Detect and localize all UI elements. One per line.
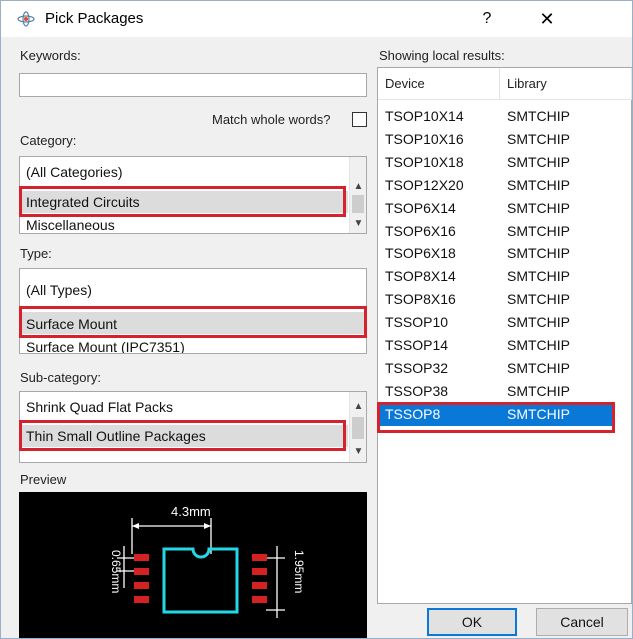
keywords-label: Keywords: xyxy=(20,48,81,63)
category-item[interactable]: (All Categories) xyxy=(26,164,122,180)
arrow-icon xyxy=(204,523,211,529)
pitch-dim-text: 0.65mm xyxy=(109,550,123,593)
category-scrollbar[interactable]: ▲ ▼ xyxy=(349,157,366,233)
category-item[interactable]: Miscellaneous xyxy=(26,217,115,233)
result-device-cell[interactable]: TSOP6X18 xyxy=(385,245,456,261)
height-dim-text: 1.95mm xyxy=(292,550,306,593)
result-device-cell[interactable]: TSSOP32 xyxy=(385,360,448,376)
result-library-cell[interactable]: SMTCHIP xyxy=(507,291,570,307)
close-button[interactable]: ✕ xyxy=(524,5,570,33)
result-library-cell[interactable]: SMTCHIP xyxy=(507,177,570,193)
result-device-cell[interactable]: TSSOP14 xyxy=(385,337,448,353)
type-label: Type: xyxy=(20,246,52,261)
results-label: Showing local results: xyxy=(379,48,505,63)
result-device-cell[interactable]: TSOP12X20 xyxy=(385,177,464,193)
scroll-up-icon[interactable]: ▲ xyxy=(350,398,366,415)
selected-result-highlight-box xyxy=(377,402,615,433)
keywords-input[interactable] xyxy=(19,73,367,97)
result-library-cell[interactable]: SMTCHIP xyxy=(507,200,570,216)
ok-button[interactable]: OK xyxy=(427,608,517,636)
help-button[interactable]: ? xyxy=(467,5,507,33)
type-highlight-box xyxy=(19,306,367,338)
preview-panel: 4.3mm 0.65mm 1.95mm xyxy=(19,492,367,638)
column-header-device[interactable]: Device xyxy=(378,68,500,100)
pad-left-2 xyxy=(134,568,149,575)
result-device-cell[interactable]: TSOP8X14 xyxy=(385,268,456,284)
pad-right-4 xyxy=(252,596,267,603)
subcategory-highlight-box xyxy=(19,420,346,451)
package-outline xyxy=(162,547,239,614)
scroll-thumb[interactable] xyxy=(352,195,364,213)
pad-right-1 xyxy=(252,554,267,561)
match-whole-words-label: Match whole words? xyxy=(212,112,331,127)
scroll-thumb[interactable] xyxy=(352,417,364,439)
result-device-cell[interactable]: TSOP10X14 xyxy=(385,108,464,124)
title-bar: Pick Packages ? ✕ xyxy=(1,1,632,37)
result-device-cell[interactable]: TSOP6X14 xyxy=(385,200,456,216)
result-library-cell[interactable]: SMTCHIP xyxy=(507,383,570,399)
match-whole-words-checkbox[interactable] xyxy=(352,112,367,127)
width-dim-text: 4.3mm xyxy=(171,504,211,519)
pad-right-3 xyxy=(252,582,267,589)
result-library-cell[interactable]: SMTCHIP xyxy=(507,360,570,376)
result-library-cell[interactable]: SMTCHIP xyxy=(507,154,570,170)
scroll-down-icon[interactable]: ▼ xyxy=(350,443,366,460)
subcategory-item[interactable]: Shrink Quad Flat Packs xyxy=(26,399,173,415)
type-item[interactable]: Surface Mount (IPC7351) xyxy=(26,339,185,353)
scroll-up-icon[interactable]: ▲ xyxy=(350,178,366,195)
pad-right-2 xyxy=(252,568,267,575)
result-device-cell[interactable]: TSOP10X16 xyxy=(385,131,464,147)
pad-left-3 xyxy=(134,582,149,589)
pad-left-1 xyxy=(134,554,149,561)
arrow-icon xyxy=(132,523,139,529)
column-header-library[interactable]: Library xyxy=(500,68,632,100)
scroll-down-icon[interactable]: ▼ xyxy=(350,215,366,232)
result-library-cell[interactable]: SMTCHIP xyxy=(507,314,570,330)
category-highlight-box xyxy=(19,186,346,217)
subcategory-scrollbar[interactable]: ▲ ▼ xyxy=(349,392,366,462)
result-device-cell[interactable]: TSSOP38 xyxy=(385,383,448,399)
result-library-cell[interactable]: SMTCHIP xyxy=(507,131,570,147)
footprint-drawing: 4.3mm 0.65mm 1.95mm xyxy=(109,504,306,618)
pad-left-4 xyxy=(134,596,149,603)
pick-packages-dialog: Pick Packages ? ✕ Keywords: Match whole … xyxy=(0,0,633,639)
result-device-cell[interactable]: TSOP6X16 xyxy=(385,223,456,239)
result-library-cell[interactable]: SMTCHIP xyxy=(507,223,570,239)
cancel-button[interactable]: Cancel xyxy=(536,608,628,636)
result-device-cell[interactable]: TSSOP10 xyxy=(385,314,448,330)
category-label: Category: xyxy=(20,133,77,148)
preview-label: Preview xyxy=(20,472,67,487)
subcategory-label: Sub-category: xyxy=(20,370,101,385)
result-library-cell[interactable]: SMTCHIP xyxy=(507,337,570,353)
window-title: Pick Packages xyxy=(45,10,144,27)
result-library-cell[interactable]: SMTCHIP xyxy=(507,268,570,284)
result-library-cell[interactable]: SMTCHIP xyxy=(507,108,570,124)
app-icon xyxy=(17,11,35,27)
result-library-cell[interactable]: SMTCHIP xyxy=(507,245,570,261)
type-item[interactable]: (All Types) xyxy=(26,282,92,298)
results-table[interactable]: Device Library TSOP10X14 SMTCHIP TSOP10X16… xyxy=(377,67,632,604)
result-device-cell[interactable]: TSOP8X16 xyxy=(385,291,456,307)
result-device-cell[interactable]: TSOP10X18 xyxy=(385,154,464,170)
